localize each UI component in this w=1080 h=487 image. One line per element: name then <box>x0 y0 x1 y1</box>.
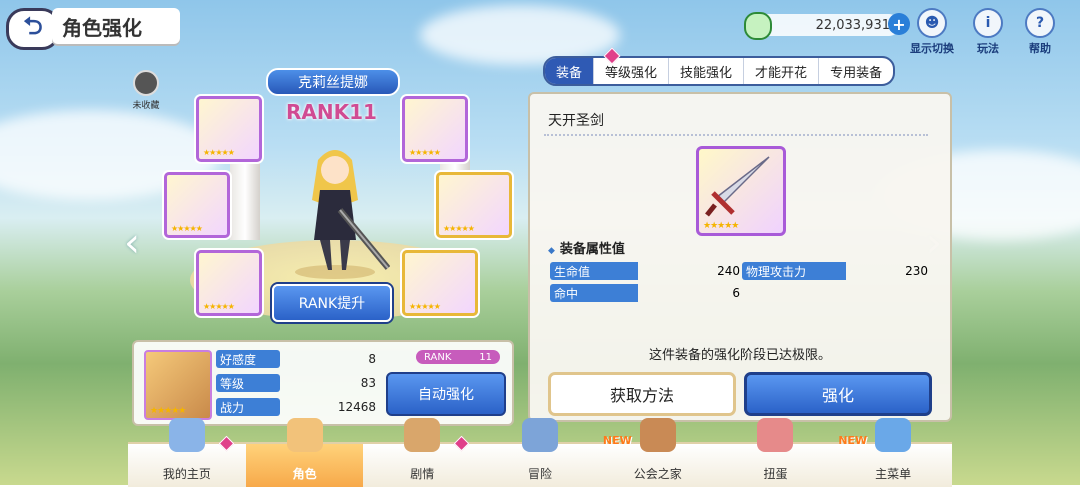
scroll-icon <box>404 418 441 452</box>
help-icon: ? <box>1025 8 1055 38</box>
castle-icon <box>168 418 205 452</box>
equipment-slot[interactable]: ★★★★★ <box>196 250 262 316</box>
equipment-slot[interactable]: ★★★★★ <box>402 250 478 316</box>
nav-story[interactable]: 剧情 <box>363 418 481 487</box>
gold-counter: 22,033,931 + <box>744 12 910 40</box>
sword-shield-icon <box>522 418 559 452</box>
acquire-method-button[interactable]: 获取方法 <box>548 372 736 416</box>
level-row: 等级 83 <box>216 374 376 392</box>
stat-row: 命中 6 <box>550 284 740 302</box>
max-enhance-note: 这件装备的强化阶段已达极限。 <box>648 348 831 363</box>
character-portrait[interactable]: ★★★★★ <box>144 350 212 420</box>
auto-enhance-button[interactable]: 自动强化 <box>386 372 506 416</box>
bottom-navigation: 我的主页 角色 剧情 冒险 NEW 公会之家 扭蛋 NEW 主菜单 <box>128 418 952 487</box>
tab-skill-enhance[interactable]: 技能强化 <box>669 58 745 84</box>
character-info-panel: ★★★★★ 好感度 8 等级 83 战力 12468 RANK 11 自动强化 <box>132 340 514 426</box>
nav-home[interactable]: 我的主页 <box>128 418 246 487</box>
rank-label: RANK11 <box>286 100 377 124</box>
nav-adventure[interactable]: 冒险 <box>481 418 599 487</box>
character-sprite <box>295 150 390 279</box>
tab-level-enhance[interactable]: 等级强化 <box>594 58 670 84</box>
rank-up-button[interactable]: RANK提升 <box>272 284 392 322</box>
prev-character-arrow[interactable]: ‹ <box>124 220 140 266</box>
toggle-display-icon: ☻ <box>917 8 947 38</box>
stat-row: 生命值 240 <box>550 262 740 280</box>
equipment-slot[interactable]: ★★★★★ <box>402 96 468 162</box>
equipment-detail-panel: 天开圣剑 ★★★★★ 装备属性值 生命值 240 物理攻击力 230 命中 6 … <box>528 92 952 422</box>
affection-row: 好感度 8 <box>216 350 376 368</box>
nav-guild-house[interactable]: NEW 公会之家 <box>599 418 717 487</box>
character-name: 克莉丝提娜 <box>266 68 400 96</box>
nav-main-menu[interactable]: NEW 主菜单 <box>834 418 952 487</box>
favorite-toggle[interactable]: 未收藏 <box>130 70 162 111</box>
equipment-slot[interactable]: ★★★★★ <box>196 96 262 162</box>
enhance-button[interactable]: 强化 <box>744 372 932 416</box>
house-icon <box>639 418 676 452</box>
gameplay-info-button[interactable]: i 玩法 <box>960 8 1016 56</box>
tab-unique-equipment[interactable]: 专用装备 <box>819 58 893 84</box>
equipment-name: 天开圣剑 <box>548 113 604 129</box>
divider <box>544 134 928 136</box>
gold-coin-icon <box>744 12 772 40</box>
power-row: 战力 12468 <box>216 398 376 416</box>
sword-icon <box>705 156 770 217</box>
character-icon <box>286 418 323 452</box>
info-icon: i <box>973 8 1003 38</box>
display-toggle-button[interactable]: ☻ 显示切换 <box>904 8 960 56</box>
gacha-icon <box>757 418 794 452</box>
page-title: 角色强化 <box>52 8 180 44</box>
nav-character[interactable]: 角色 <box>245 418 364 487</box>
stat-row: 物理攻击力 230 <box>742 262 928 280</box>
tab-equipment[interactable]: 装备 <box>545 58 595 84</box>
help-button[interactable]: ? 帮助 <box>1012 8 1068 56</box>
enhancement-tabs: 装备 等级强化 技能强化 才能开花 专用装备 <box>543 56 896 86</box>
equipment-slot[interactable]: ★★★★★ <box>164 172 230 238</box>
gold-amount: 22,033,931 <box>815 17 890 33</box>
tab-talent-bloom[interactable]: 才能开花 <box>744 58 820 84</box>
stats-section-title: 装备属性值 <box>548 238 625 257</box>
rank-badge: RANK 11 <box>416 350 500 364</box>
equipment-slot[interactable]: ★★★★★ <box>436 172 512 238</box>
crystal-icon <box>875 418 912 452</box>
bookmark-icon <box>133 70 159 96</box>
sword-icon: ★★★★★ <box>696 146 786 236</box>
nav-gacha[interactable]: 扭蛋 <box>717 418 835 487</box>
